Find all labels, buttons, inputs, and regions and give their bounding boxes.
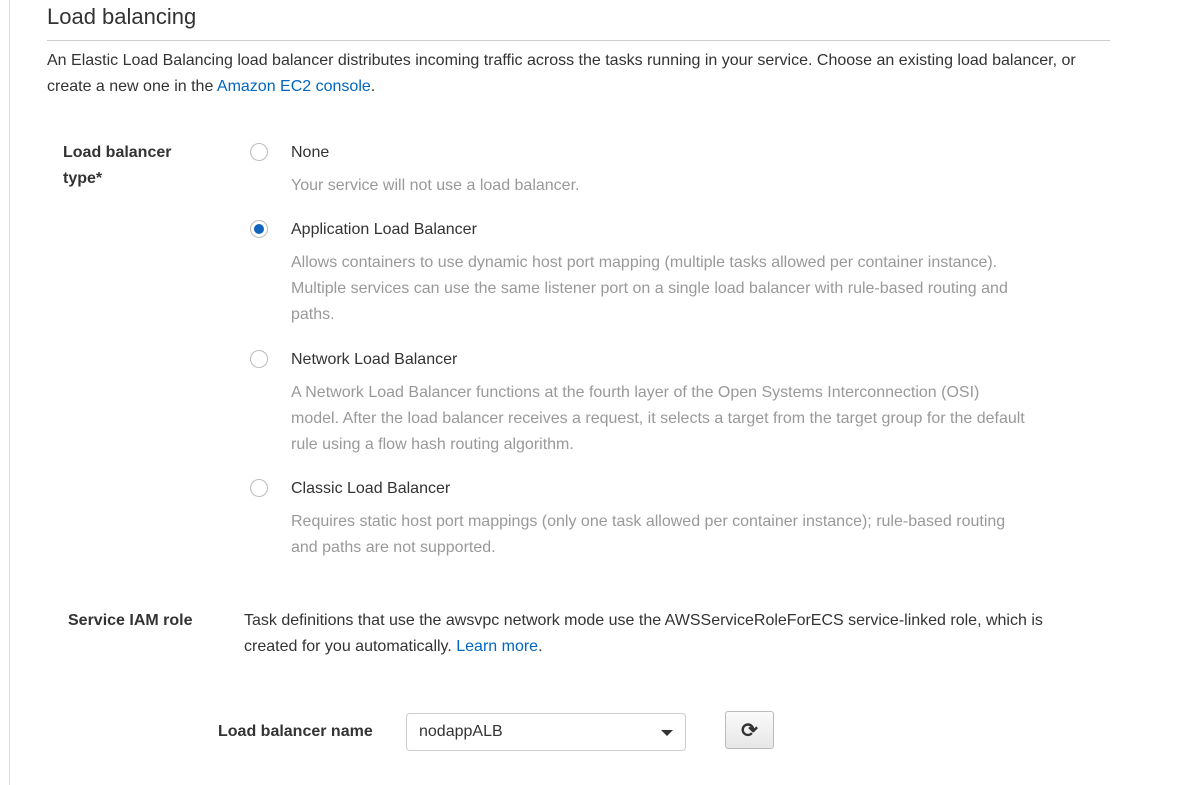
radio-nlb[interactable]: [250, 350, 268, 368]
option-desc: Allows containers to use dynamic host po…: [291, 254, 1008, 323]
caret-down-icon: [661, 730, 673, 736]
radio-classic[interactable]: [250, 479, 268, 497]
learn-more-link[interactable]: Learn more: [456, 638, 538, 655]
lb-name-label: Load balancer name: [218, 723, 373, 740]
iam-label: Service IAM role: [68, 612, 193, 629]
iam-desc: Task definitions that use the awsvpc net…: [244, 612, 1043, 655]
lb-type-label: Load balancer type*: [63, 144, 172, 187]
section-intro: An Elastic Load Balancing load balancer …: [47, 48, 1107, 100]
option-title: Classic Load Balancer: [291, 480, 451, 497]
lb-name-select[interactable]: nodappALB: [406, 713, 686, 751]
left-border: [9, 0, 10, 785]
intro-text: An Elastic Load Balancing load balancer …: [47, 52, 1076, 95]
option-title: None: [291, 144, 330, 161]
divider: [47, 40, 1110, 41]
iam-text: Task definitions that use the awsvpc net…: [244, 608, 1074, 660]
option-title: Network Load Balancer: [291, 351, 458, 368]
refresh-icon: ⟳: [741, 719, 758, 742]
option-desc: Your service will not use a load balance…: [291, 177, 580, 194]
ec2-console-link[interactable]: Amazon EC2 console: [217, 78, 371, 95]
option-desc: A Network Load Balancer functions at the…: [291, 384, 1025, 453]
option-desc: Requires static host port mappings (only…: [291, 513, 1006, 556]
refresh-button[interactable]: ⟳: [725, 711, 774, 749]
radio-none[interactable]: [250, 143, 268, 161]
section-title: Load balancing: [47, 4, 197, 29]
iam-end: .: [538, 638, 543, 655]
option-title: Application Load Balancer: [291, 221, 477, 238]
intro-end: .: [370, 78, 376, 95]
lb-name-value: nodappALB: [419, 723, 503, 740]
radio-alb[interactable]: [250, 220, 268, 238]
